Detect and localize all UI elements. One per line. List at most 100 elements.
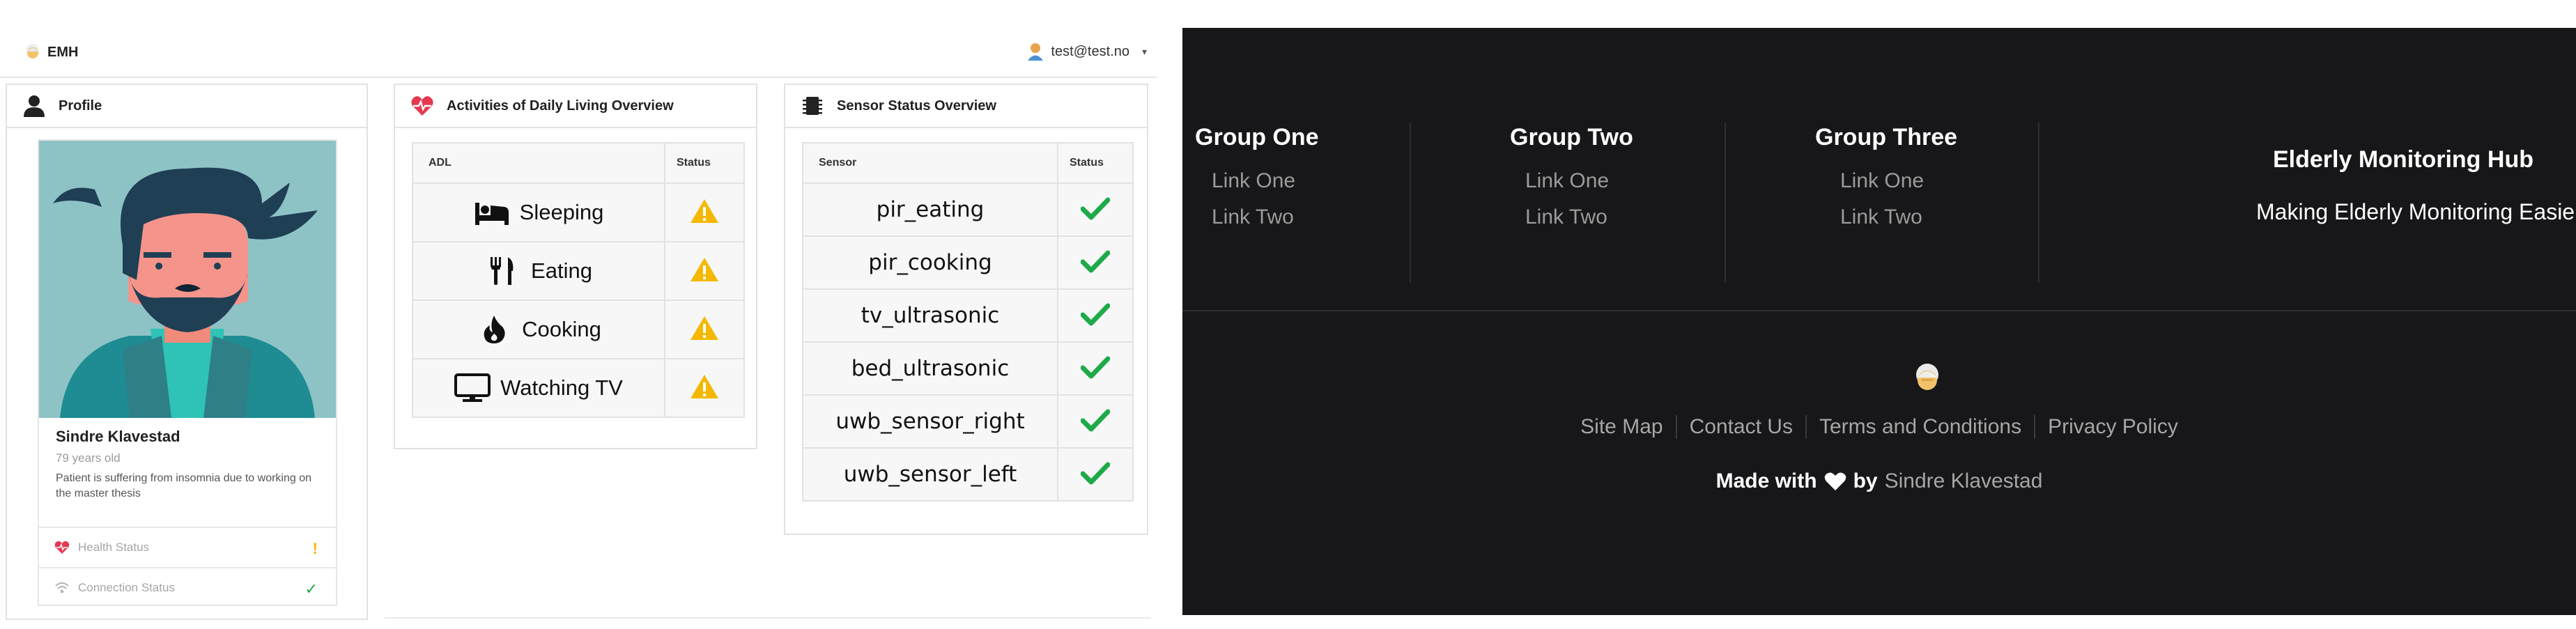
- table-row[interactable]: Watching TV: [412, 358, 745, 418]
- footer-link[interactable]: Link One: [1510, 169, 1633, 193]
- footer-link[interactable]: Link One: [1195, 169, 1319, 193]
- check-icon: [1080, 303, 1111, 325]
- table-row[interactable]: bed_ultrasonic: [802, 341, 1134, 396]
- divider: [385, 617, 1151, 619]
- table-row[interactable]: uwb_sensor_right: [802, 394, 1134, 449]
- warning-icon: [691, 257, 718, 281]
- footer-group-three: Group Three Link One Link Two: [1815, 124, 1957, 291]
- adl-table: ADL Status Sleeping Eating Cooking Watch…: [412, 142, 745, 418]
- health-status-warning: !: [312, 540, 318, 557]
- footer-group-title: Group Two: [1510, 124, 1633, 150]
- footer-group-title: Group Three: [1815, 124, 1958, 150]
- link-separator: [2034, 415, 2036, 439]
- by-text: by: [1853, 469, 1878, 492]
- footer-divider: [1725, 123, 1726, 283]
- footer-link[interactable]: Link Two: [1815, 205, 1957, 229]
- check-icon: [1080, 197, 1111, 219]
- sensor-label: uwb_sensor_left: [802, 447, 1058, 502]
- footer-group-one: Group One Link One Link Two: [1195, 124, 1319, 291]
- hub-subtitle: Making Elderly Monitoring Easier: [2256, 199, 2576, 224]
- table-row[interactable]: pir_cooking: [802, 235, 1134, 290]
- privacy-policy-link[interactable]: Privacy Policy: [2048, 415, 2178, 439]
- heart-pulse-icon: [54, 541, 70, 554]
- top-navbar: EMH test@test.no ▾: [0, 26, 1157, 78]
- heart-pulse-icon: [411, 96, 433, 116]
- person-icon: [24, 95, 45, 117]
- adl-card-header: Activities of Daily Living Overview: [395, 85, 756, 128]
- table-row[interactable]: uwb_sensor_left: [802, 447, 1134, 502]
- footer-divider: [2038, 123, 2039, 283]
- bed-icon: [475, 203, 509, 225]
- warning-icon: [691, 374, 718, 398]
- footer-group-title: Group One: [1195, 124, 1319, 150]
- connection-status-ok: ✓: [304, 580, 318, 598]
- sensor-overview-card: Sensor Status Overview Sensor Status pir…: [784, 84, 1148, 535]
- status-column-header: Status: [664, 142, 745, 184]
- sensor-label: pir_eating: [802, 183, 1058, 237]
- site-footer: Group One Link One Link Two Group Two Li…: [1182, 28, 2576, 615]
- connection-status-label: Connection Status: [78, 581, 175, 594]
- footer-link[interactable]: Link Two: [1195, 205, 1319, 229]
- table-row[interactable]: Cooking: [412, 300, 745, 359]
- warning-icon: [691, 199, 718, 223]
- site-map-link[interactable]: Site Map: [1580, 415, 1663, 439]
- footer-horizontal-divider: [1182, 310, 2576, 311]
- table-row[interactable]: Eating: [412, 241, 745, 301]
- wifi-icon: [55, 582, 69, 593]
- contact-us-link[interactable]: Contact Us: [1690, 415, 1793, 439]
- brand-link[interactable]: EMH: [24, 40, 78, 64]
- adl-column-header: ADL: [412, 142, 665, 184]
- author-link[interactable]: Sindre Klavestad: [1885, 469, 2043, 493]
- adl-title: Activities of Daily Living Overview: [447, 98, 674, 114]
- heart-icon: [1824, 472, 1846, 490]
- table-row[interactable]: tv_ultrasonic: [802, 288, 1134, 343]
- adl-label: Cooking: [522, 317, 601, 341]
- adl-label: Watching TV: [500, 375, 623, 400]
- fire-icon: [484, 316, 505, 343]
- user-email: test@test.no: [1051, 43, 1129, 59]
- health-status-label: Health Status: [78, 541, 150, 554]
- sensor-table-header: Sensor Status: [802, 142, 1134, 184]
- adl-table-header: ADL Status: [412, 142, 745, 184]
- warning-icon: [691, 316, 718, 340]
- user-menu[interactable]: test@test.no ▾: [1026, 39, 1147, 64]
- chevron-down-icon: ▾: [1141, 45, 1147, 57]
- patient-description: Patient is suffering from insomnia due t…: [56, 472, 312, 499]
- made-with-text: Made with: [1715, 469, 1817, 492]
- utensils-icon: [491, 257, 514, 285]
- table-row[interactable]: pir_eating: [802, 183, 1134, 237]
- footer-divider: [1410, 123, 1411, 283]
- tv-icon: [454, 373, 491, 402]
- table-row[interactable]: Sleeping: [412, 183, 745, 242]
- sensor-label: uwb_sensor_right: [802, 394, 1058, 449]
- elder-face-icon: [26, 44, 39, 59]
- adl-label: Eating: [531, 258, 592, 283]
- link-separator: [1675, 415, 1677, 439]
- sensor-label: pir_cooking: [802, 235, 1058, 290]
- profile-card: Profile Sindre Klavestad 79 years old Pa…: [6, 84, 368, 620]
- check-icon: [1080, 356, 1111, 378]
- sensor-table: Sensor Status pir_eating pir_cooking tv_…: [802, 142, 1134, 502]
- user-avatar-icon: [1028, 43, 1044, 61]
- terms-link[interactable]: Terms and Conditions: [1819, 415, 2021, 439]
- profile-card-header: Profile: [7, 85, 367, 128]
- app-panel: EMH test@test.no ▾ Profile Sindre Klaves…: [0, 0, 1157, 629]
- footer-link[interactable]: Link Two: [1510, 205, 1633, 229]
- footer-bottom-links: Site Map Contact Us Terms and Conditions…: [1182, 415, 2576, 439]
- sensor-card-header: Sensor Status Overview: [785, 85, 1147, 128]
- footer-link[interactable]: Link One: [1815, 169, 1957, 193]
- sensor-label: bed_ultrasonic: [802, 341, 1058, 396]
- check-icon: [1080, 462, 1111, 484]
- elder-face-icon: [1916, 364, 1938, 390]
- check-icon: [1080, 250, 1111, 272]
- adl-label: Sleeping: [519, 200, 604, 224]
- patient-card: Sindre Klavestad 79 years old Patient is…: [38, 139, 337, 606]
- brand-text: EMH: [47, 44, 79, 60]
- sensor-title: Sensor Status Overview: [837, 98, 996, 114]
- check-icon: [1080, 409, 1111, 431]
- chip-icon: [803, 97, 822, 115]
- status-column-header: Status: [1057, 142, 1134, 184]
- hub-title: Elderly Monitoring Hub: [2273, 146, 2533, 173]
- sensor-column-header: Sensor: [802, 142, 1058, 184]
- patient-age: 79 years old: [56, 451, 121, 465]
